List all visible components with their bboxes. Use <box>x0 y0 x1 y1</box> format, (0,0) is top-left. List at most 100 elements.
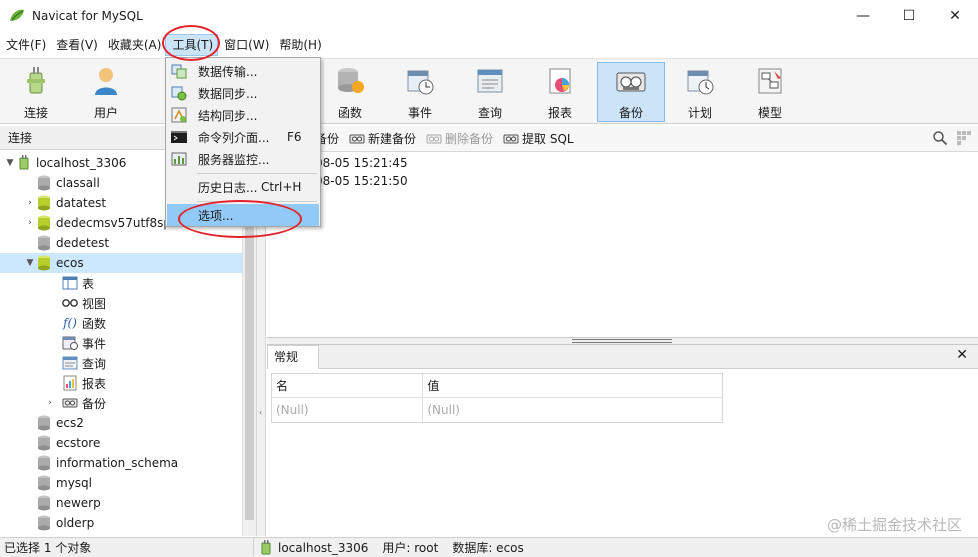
backup-item[interactable]: 08-05 15:21:50 <box>315 171 408 191</box>
column-value-header[interactable]: 值 <box>423 374 722 397</box>
report-icon <box>62 375 78 391</box>
toolbar-backup-button[interactable]: 备份 <box>597 62 665 122</box>
menu-item-history-log[interactable]: 历史日志... Ctrl+H <box>167 176 319 198</box>
menu-item-data-sync[interactable]: 数据同步... <box>167 82 319 104</box>
properties-area: 名 值 (Null) (Null) <box>267 369 978 536</box>
menu-item-label: 服务器监控... <box>198 152 270 167</box>
backup-icon <box>62 395 78 411</box>
tree-db-information-schema[interactable]: information_schema <box>0 453 242 473</box>
tree-ecos-events[interactable]: 事件 <box>0 333 242 353</box>
tree-ecos-backups[interactable]: › 备份 <box>0 393 242 413</box>
tab-general[interactable]: 常规 <box>267 345 319 369</box>
tree-ecos-reports[interactable]: 报表 <box>0 373 242 393</box>
tree-node-label: 函数 <box>82 316 107 331</box>
backup-item[interactable]: 08-05 15:21:45 <box>315 153 408 173</box>
toolbar-user-label: 用户 <box>93 106 118 120</box>
new-backup-button[interactable]: 新建备份 <box>349 130 416 147</box>
new-backup-icon <box>349 134 365 143</box>
search-icon[interactable] <box>932 130 948 146</box>
properties-header: 名 值 <box>272 374 722 398</box>
database-icon <box>36 515 52 531</box>
structure-sync-icon <box>171 107 187 123</box>
tree-ecos-functions[interactable]: f() 函数 <box>0 313 242 333</box>
tree-db-label: olderp <box>56 516 95 530</box>
tree-node-label: 查询 <box>82 356 107 371</box>
table-row[interactable]: (Null) (Null) <box>272 398 722 422</box>
tree-db-olderp[interactable]: olderp <box>0 513 242 533</box>
splitter-grip-icon[interactable]: ‹ <box>259 408 263 418</box>
menu-item-console[interactable]: 命令列介面... F6 <box>167 126 319 148</box>
tree-db-label: classall <box>56 176 100 190</box>
delete-backup-icon <box>426 134 442 143</box>
tree-db-ecs2[interactable]: ecs2 <box>0 413 242 433</box>
menu-favorites[interactable]: 收藏夹(A) <box>102 34 166 56</box>
tree-db-newerp[interactable]: newerp <box>0 493 242 513</box>
toolbar-connect-label: 连接 <box>23 106 48 120</box>
tree-db-label: ecos <box>56 256 84 270</box>
tree-connection-label: localhost_3306 <box>36 156 127 170</box>
minimize-button[interactable]: — <box>840 0 886 32</box>
tree-db-label: dedetest <box>56 236 110 250</box>
property-value-cell: (Null) <box>427 403 460 417</box>
database-icon <box>36 495 52 511</box>
tree-ecos-views[interactable]: 视图 <box>0 293 242 313</box>
tree-db-ecos[interactable]: ▼ ecos <box>0 253 242 273</box>
horizontal-splitter[interactable] <box>267 337 978 345</box>
data-sync-icon <box>171 86 187 101</box>
extract-sql-label: 提取 SQL <box>522 132 574 146</box>
menu-item-structure-sync[interactable]: 结构同步... <box>167 104 319 126</box>
tree-db-mysql[interactable]: mysql <box>0 473 242 493</box>
tree-ecos-tables[interactable]: 表 <box>0 273 242 293</box>
tree-node-label: 视图 <box>82 296 107 311</box>
toolbar-function-button[interactable]: 函数 <box>318 62 382 122</box>
database-icon <box>36 415 52 431</box>
menu-item-shortcut: Ctrl+H <box>261 180 302 194</box>
toolbar-report-button[interactable]: 报表 <box>528 62 592 122</box>
server-monitor-icon <box>171 152 187 166</box>
database-icon <box>36 455 52 471</box>
model-icon <box>758 68 782 94</box>
connection-icon <box>261 539 271 554</box>
toolbar-report-label: 报表 <box>547 106 572 120</box>
watermark: @稀土掘金技术社区 <box>826 516 962 534</box>
tree-db-dedetest[interactable]: dedetest <box>0 233 242 253</box>
menu-item-server-monitor[interactable]: 服务器监控... <box>167 148 319 170</box>
backup-list: 08-05 15:21:45 08-05 15:21:50 <box>267 153 978 337</box>
toolbar-query-button[interactable]: 查询 <box>458 62 522 122</box>
close-button[interactable]: ✕ <box>932 0 978 32</box>
tree-ecos-queries[interactable]: 查询 <box>0 353 242 373</box>
toolbar-user-button[interactable]: 用户 <box>74 62 138 122</box>
toolbar-connect-button[interactable]: 连接 <box>4 62 68 122</box>
status-selection: 已选择 1 个对象 <box>0 539 254 556</box>
function-icon <box>338 68 364 93</box>
expand-arrow-icon[interactable]: › <box>44 398 56 408</box>
close-icon[interactable]: ✕ <box>956 347 968 363</box>
grid-view-icon[interactable] <box>956 130 972 146</box>
column-name-header[interactable]: 名 <box>272 374 424 397</box>
menu-view[interactable]: 查看(V) <box>50 34 102 56</box>
toolbar-model-button[interactable]: 模型 <box>738 62 802 122</box>
menu-bar: 文件(F) 查看(V) 收藏夹(A) 工具(T) 窗口(W) 帮助(H) <box>0 33 978 57</box>
function-icon: f() <box>63 316 77 330</box>
collapse-arrow-icon[interactable]: ▼ <box>4 158 16 168</box>
toolbar-schedule-button[interactable]: 计划 <box>668 62 732 122</box>
collapse-arrow-icon[interactable]: ▼ <box>24 258 36 268</box>
extract-sql-button[interactable]: 提取 SQL <box>503 130 574 147</box>
tree-node-label: 报表 <box>82 376 107 391</box>
menu-help[interactable]: 帮助(H) <box>273 34 325 56</box>
toolbar-event-button[interactable]: 事件 <box>388 62 452 122</box>
menu-window[interactable]: 窗口(W) <box>218 34 273 56</box>
tree-node-label: 备份 <box>82 396 107 411</box>
expand-arrow-icon[interactable]: › <box>24 218 36 228</box>
delete-backup-button[interactable]: 删除备份 <box>426 130 493 147</box>
database-open-icon <box>36 255 52 271</box>
maximize-button[interactable]: ☐ <box>886 0 932 32</box>
tree-db-ecstore[interactable]: ecstore <box>0 433 242 453</box>
expand-arrow-icon[interactable]: › <box>24 198 36 208</box>
splitter-grip-icon[interactable] <box>572 339 672 343</box>
database-open-icon <box>36 195 52 211</box>
delete-backup-label: 删除备份 <box>445 132 494 146</box>
menu-file[interactable]: 文件(F) <box>0 34 50 56</box>
toolbar-backup-label: 备份 <box>618 106 643 120</box>
menu-item-data-transfer[interactable]: 数据传输... <box>167 60 319 82</box>
